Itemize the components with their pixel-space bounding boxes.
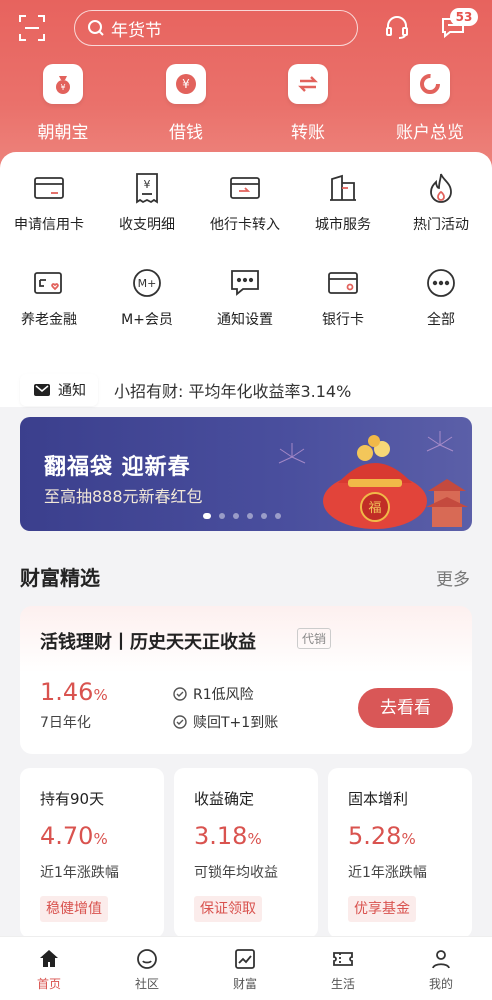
svg-text:福: 福 — [368, 501, 381, 516]
quick-action-borrow[interactable]: ¥ 借钱 — [131, 64, 241, 143]
search-bar[interactable]: 年货节 — [74, 10, 358, 46]
home-icon — [0, 945, 98, 973]
product-rate: 3.18% — [194, 822, 262, 850]
banner-title: 翻福袋 迎新春 — [44, 455, 191, 480]
agency-tag: 代销 — [297, 628, 332, 649]
product-tag: 保证领取 — [194, 896, 262, 922]
service-income-expense[interactable]: ¥ 收支明细 — [98, 170, 196, 234]
svg-text:¥: ¥ — [60, 83, 65, 92]
chat-bubble-icon — [196, 265, 294, 301]
tab-home[interactable]: 首页 — [0, 945, 98, 992]
envelope-icon — [34, 384, 50, 396]
tab-community[interactable]: 社区 — [98, 945, 196, 992]
view-button[interactable]: 去看看 — [358, 688, 453, 728]
receipt-icon: ¥ — [98, 170, 196, 206]
bottom-tab-bar: 首页 社区 财富 生活 我的 — [0, 936, 492, 1000]
pension-card-icon — [0, 265, 98, 301]
credit-card-icon — [0, 170, 98, 206]
service-apply-credit-card[interactable]: 申请信用卡 — [0, 170, 98, 234]
service-bank-card[interactable]: 银行卡 — [294, 265, 392, 329]
message-badge: 53 — [450, 8, 478, 26]
card-transfer-in-icon — [196, 170, 294, 206]
product-tag: 稳健增值 — [40, 896, 108, 922]
svg-text:M+: M+ — [138, 277, 157, 290]
more-link[interactable]: 更多 — [436, 565, 470, 590]
service-other-bank-transfer-in[interactable]: 他行卡转入 — [196, 170, 294, 234]
product-tag: 优享基金 — [348, 896, 416, 922]
product-rate-label: 近1年涨跌幅 — [348, 865, 427, 881]
flame-icon — [392, 170, 490, 206]
quick-action-transfer[interactable]: 转账 — [253, 64, 363, 143]
featured-product-title: 活钱理财丨历史天天正收益 — [40, 632, 256, 653]
notice-tag: 通知 — [20, 374, 98, 406]
check-circle-icon — [173, 715, 187, 729]
quick-action-zhaozhaobao[interactable]: ¥ 朝朝宝 — [8, 64, 118, 143]
m-plus-member-icon: M+ — [98, 265, 196, 301]
wealth-chart-icon — [196, 945, 294, 973]
product-title: 持有90天 — [40, 790, 105, 808]
tab-profile[interactable]: 我的 — [392, 945, 490, 992]
service-pension-finance[interactable]: 养老金融 — [0, 265, 98, 329]
svg-text:¥: ¥ — [144, 178, 151, 191]
service-m-plus-member[interactable]: M+ M+会员 — [98, 265, 196, 329]
carousel-dot[interactable] — [203, 513, 211, 519]
featured-rate-label: 7日年化 — [40, 715, 91, 731]
pagoda-decoration — [426, 479, 468, 527]
product-card[interactable]: 收益确定 3.18% 可锁年均收益 保证领取 — [174, 768, 318, 938]
search-icon — [88, 20, 104, 36]
notice-text: 小招有财: 平均年化收益率3.14% — [114, 382, 352, 401]
lucky-bag-icon: 福 — [323, 435, 427, 529]
carousel-dot[interactable] — [261, 513, 267, 519]
carousel-indicator — [203, 513, 281, 519]
yuan-coin-icon: ¥ — [166, 64, 206, 104]
city-building-icon — [294, 170, 392, 206]
headset-icon[interactable] — [384, 14, 412, 42]
ticket-icon — [294, 945, 392, 973]
quick-action-account-overview[interactable]: 账户总览 — [375, 64, 485, 143]
tab-wealth[interactable]: 财富 — [196, 945, 294, 992]
community-icon — [98, 945, 196, 973]
profile-icon — [392, 945, 490, 973]
check-circle-icon — [173, 687, 187, 701]
featured-product-card[interactable]: 活钱理财丨历史天天正收益 代销 1.46% 7日年化 R1低风险 赎回T+1到账… — [20, 606, 472, 754]
section-title-wealth: 财富精选 — [20, 566, 100, 590]
tab-life[interactable]: 生活 — [294, 945, 392, 992]
featured-rate: 1.46% — [40, 678, 108, 706]
product-rate: 5.28% — [348, 822, 416, 850]
product-card[interactable]: 固本增利 5.28% 近1年涨跌幅 优享基金 — [328, 768, 472, 938]
service-notification-settings[interactable]: 通知设置 — [196, 265, 294, 329]
promo-banner[interactable]: 福 翻福袋 迎新春 至高抽888元新春红包 — [20, 417, 472, 531]
product-rate: 4.70% — [40, 822, 108, 850]
carousel-dot[interactable] — [233, 513, 239, 519]
product-rate-label: 近1年涨跌幅 — [40, 865, 119, 881]
carousel-dot[interactable] — [219, 513, 225, 519]
feature-redeem: 赎回T+1到账 — [173, 712, 278, 732]
product-rate-label: 可锁年均收益 — [194, 865, 278, 881]
product-title: 固本增利 — [348, 790, 409, 808]
carousel-dot[interactable] — [247, 513, 253, 519]
donut-chart-icon — [410, 64, 450, 104]
service-all[interactable]: 全部 — [392, 265, 490, 329]
product-card[interactable]: 持有90天 4.70% 近1年涨跌幅 稳健增值 — [20, 768, 164, 938]
banner-subtitle: 至高抽888元新春红包 — [44, 487, 203, 506]
bank-card-icon — [294, 265, 392, 301]
product-title: 收益确定 — [194, 790, 255, 808]
carousel-dot[interactable] — [275, 513, 281, 519]
money-bag-icon: ¥ — [43, 64, 83, 104]
more-dots-icon — [392, 265, 490, 301]
search-placeholder: 年货节 — [111, 20, 162, 41]
scan-icon[interactable] — [18, 14, 46, 42]
service-hot-activities[interactable]: 热门活动 — [392, 170, 490, 234]
transfer-arrows-icon — [288, 64, 328, 104]
svg-text:¥: ¥ — [182, 77, 190, 91]
service-city[interactable]: 城市服务 — [294, 170, 392, 234]
notice-bar[interactable]: 通知 小招有财: 平均年化收益率3.14% — [20, 372, 472, 408]
feature-risk: R1低风险 — [173, 684, 254, 704]
